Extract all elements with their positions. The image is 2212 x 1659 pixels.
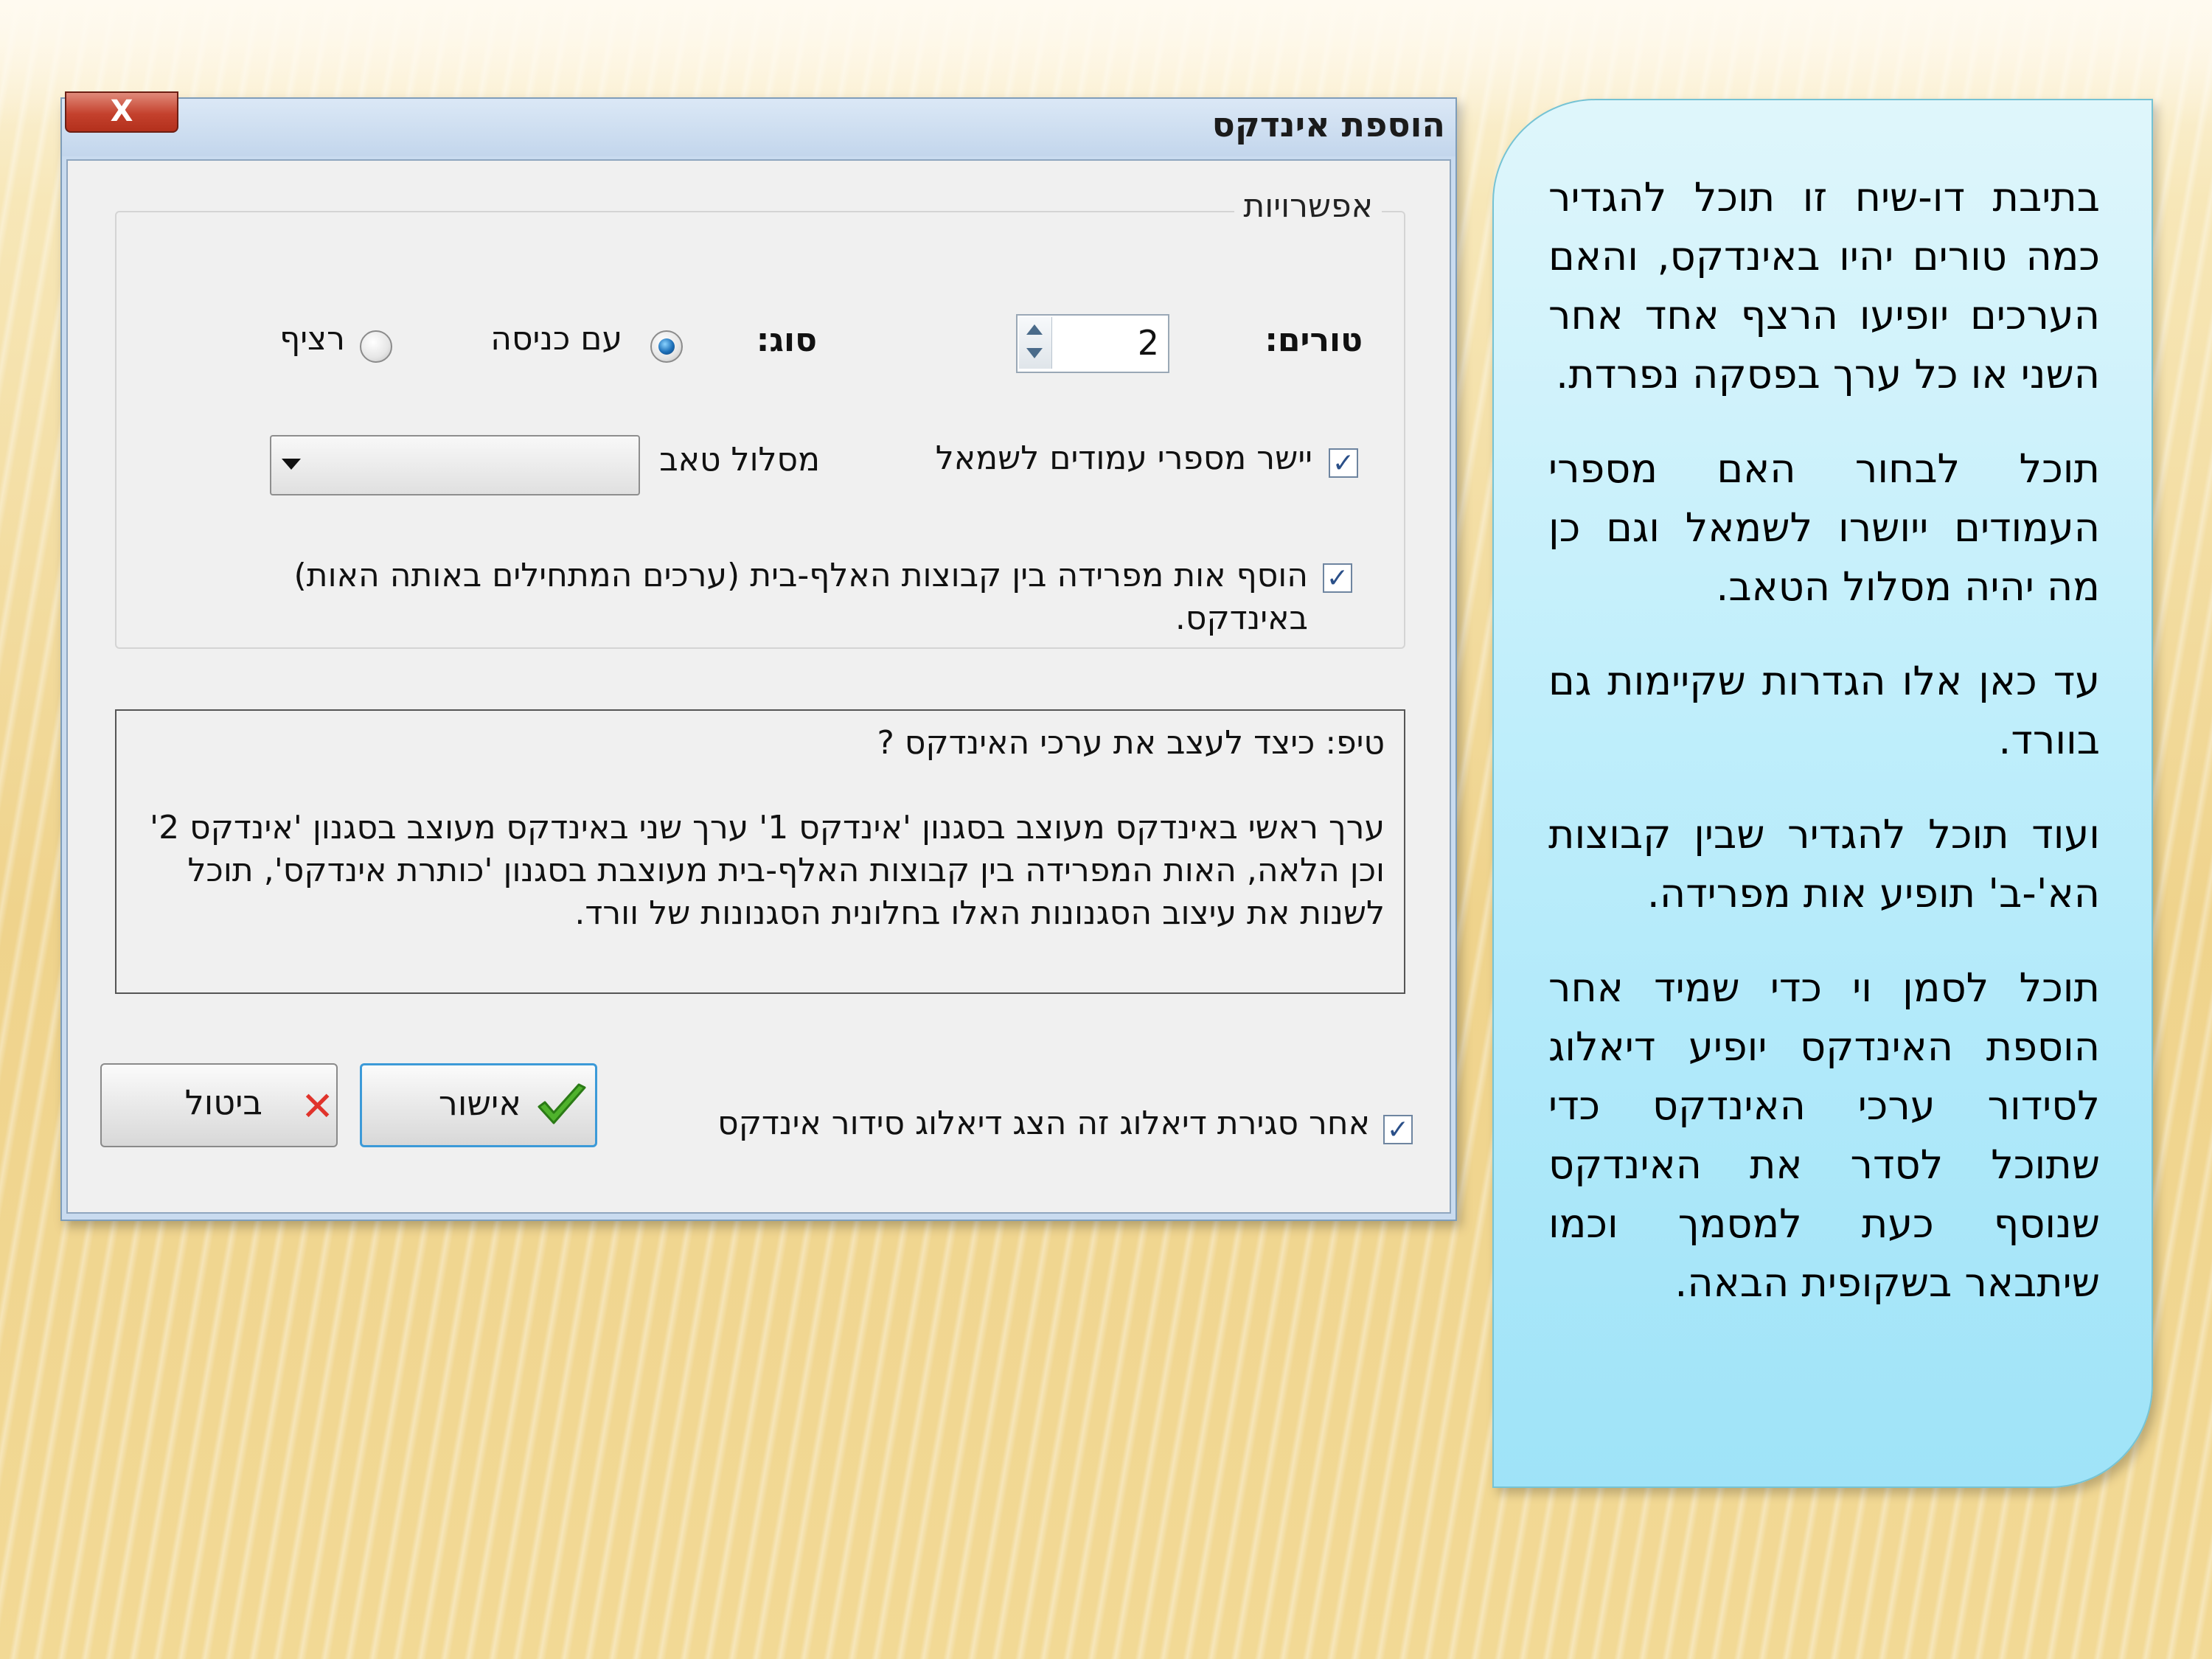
explanation-note: בתיבת דו-שיח זו תוכל להגדיר כמה טורים יה… — [1492, 99, 2153, 1488]
columns-spinner[interactable]: 2 — [1016, 314, 1169, 373]
type-label: סוג: — [756, 321, 817, 359]
type-runin-radio[interactable] — [360, 330, 392, 363]
tip-title: טיפ: כיצד לעצב את ערכי האינדקס ? — [877, 724, 1385, 762]
tip-box: טיפ: כיצד לעצב את ערכי האינדקס ? ערך ראש… — [115, 709, 1405, 994]
type-indented-radio[interactable] — [650, 330, 683, 363]
cancel-button[interactable]: ✕ ביטול — [100, 1063, 338, 1147]
note-paragraph-2: תוכל לבחור האם מספרי העמודים ייושרו לשמא… — [1548, 445, 2100, 610]
spin-down-arrow-icon[interactable] — [1026, 348, 1043, 358]
show-sort-dialog-checkbox[interactable]: ✓ — [1383, 1115, 1413, 1144]
type-runin-label[interactable]: רציף — [279, 320, 345, 358]
note-paragraph-5: תוכל לסמן וי כדי שמיד אחר הוספת האינדקס … — [1548, 964, 2100, 1306]
dialog-title: הוספת אינדקס — [1211, 105, 1445, 145]
ok-button-label: אישור — [438, 1083, 521, 1123]
note-paragraph-4: ועוד תוכל להגדיר שבין קבוצות הא'-ב' תופי… — [1548, 811, 2100, 917]
dropdown-arrow-icon[interactable] — [282, 459, 301, 470]
separator-label[interactable]: הוסף אות מפרידה בין קבוצות האלף-בית (ערכ… — [158, 554, 1309, 640]
spinner-buttons[interactable] — [1019, 317, 1052, 369]
show-sort-dialog-label[interactable]: אחר סגירת דיאלוג זה הצג דיאלוג סידור אינ… — [717, 1105, 1370, 1142]
tab-leader-label: מסלול טאב — [659, 441, 820, 479]
cancel-button-label: ביטול — [184, 1082, 262, 1122]
ok-button[interactable]: אישור — [360, 1063, 597, 1147]
note-paragraph-3: עד כאן אלו הגדרות שקיימות גם בוורד. — [1548, 658, 2100, 763]
dialog-titlebar[interactable]: הוספת אינדקס X — [62, 91, 1455, 156]
columns-value[interactable]: 2 — [1138, 323, 1159, 363]
note-body: בתיבת דו-שיח זו תוכל להגדיר כמה טורים יה… — [1548, 168, 2100, 1348]
type-indented-label[interactable]: עם כניסה — [490, 320, 622, 358]
options-group-legend: אפשרויות — [1234, 187, 1382, 225]
note-paragraph-1: בתיבת דו-שיח זו תוכל להגדיר כמה טורים יה… — [1548, 174, 2100, 397]
align-right-checkbox[interactable]: ✓ — [1329, 448, 1358, 478]
dialog-client-area: אפשרויות טורים: 2 סוג: עם כניסה רציף ✓ י… — [66, 159, 1451, 1214]
close-button[interactable]: X — [65, 91, 178, 133]
checkmark-icon — [538, 1083, 586, 1124]
align-right-label[interactable]: יישר מספרי עמודים לשמאל — [936, 439, 1312, 477]
tab-leader-combobox[interactable] — [270, 435, 640, 495]
separator-checkbox[interactable]: ✓ — [1323, 563, 1352, 593]
cancel-x-icon: ✕ — [301, 1083, 335, 1130]
spin-up-arrow-icon[interactable] — [1026, 324, 1043, 335]
options-group: אפשרויות טורים: 2 סוג: עם כניסה רציף ✓ י… — [115, 187, 1405, 649]
tip-text: ערך ראשי באינדקס מעוצב בסגנון 'אינדקס 1'… — [150, 809, 1385, 932]
add-index-dialog: הוספת אינדקס X אפשרויות טורים: 2 סוג: עם… — [60, 91, 1457, 1221]
columns-label: טורים: — [1265, 321, 1363, 359]
